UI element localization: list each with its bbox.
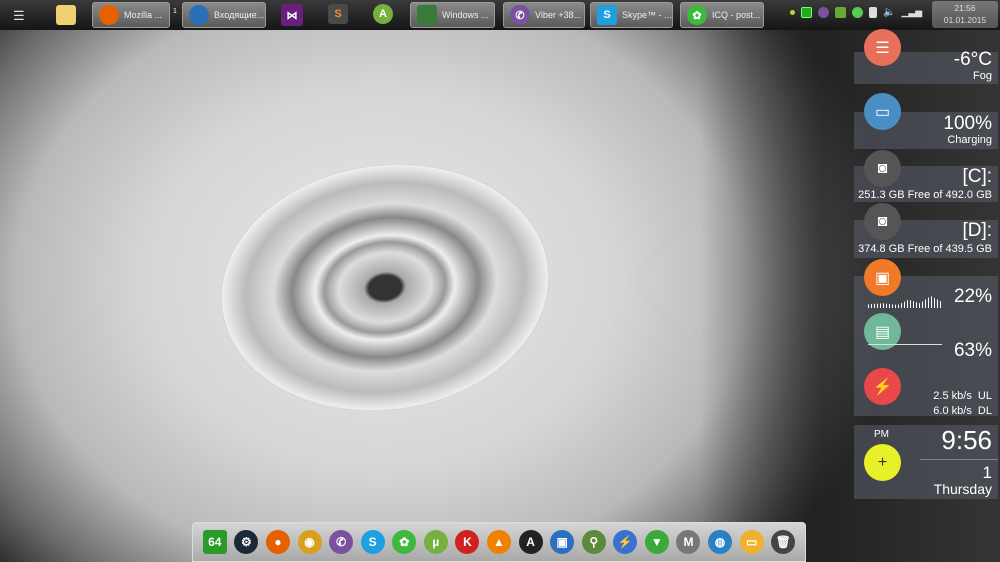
- clock-day: 1: [982, 463, 992, 482]
- taskbar-clock[interactable]: 21:56 01.01.2015: [932, 1, 998, 28]
- clock-time: 21:56: [954, 3, 976, 13]
- ram-value: 63%: [953, 340, 992, 361]
- taskbar-item-firefox[interactable]: Mozilla ...: [92, 2, 170, 28]
- skype-icon: S: [597, 5, 617, 25]
- hard-drive-icon: ◙: [864, 150, 901, 187]
- sublime-text-icon[interactable]: S: [328, 4, 348, 24]
- green-app-tray-icon[interactable]: [801, 7, 812, 18]
- icq-icon: ✿: [687, 5, 707, 25]
- ram-bar: [868, 344, 942, 345]
- m-app-icon[interactable]: M: [676, 530, 701, 554]
- taskbar-item-viber[interactable]: ✆ Viber +38...: [503, 2, 585, 28]
- file-explorer-icon[interactable]: [56, 5, 76, 25]
- drive-c-label: [C]:: [962, 166, 992, 187]
- taskbar-item-thunderbird[interactable]: Входящие...: [182, 2, 266, 28]
- drive-d-detail: 374.8 GB Free of 439.5 GB: [858, 243, 992, 255]
- thunderbird-icon: [189, 5, 209, 25]
- taskbar-item-icq[interactable]: ✿ ICQ - post...: [680, 2, 764, 28]
- folder-icon[interactable]: ▭: [739, 530, 764, 554]
- steam-icon[interactable]: ⚙: [234, 530, 259, 554]
- chrome-icon[interactable]: ◉: [297, 530, 322, 554]
- dock: 64 ⚙ ● ◉ ✆ S ✿ µ K ▲ A ▣ ⚲ ⚡ ▼ M ◍ ▭ 🗑: [192, 522, 806, 562]
- signal-icon[interactable]: ▁▃▅: [901, 7, 922, 18]
- clock-weekday: Thursday: [933, 481, 992, 497]
- trash-icon[interactable]: 🗑: [771, 530, 796, 554]
- windows-console-icon: [417, 5, 437, 25]
- network-tool-icon[interactable]: ▼: [644, 530, 669, 554]
- taskbar-item-skype[interactable]: S Skype™ - ...: [590, 2, 673, 28]
- taskbar-item-label: Skype™ - ...: [622, 10, 672, 20]
- firefox-icon[interactable]: ●: [265, 530, 290, 554]
- viber-tray-icon[interactable]: [818, 7, 829, 18]
- taskbar-item-label: Mozilla ...: [124, 10, 163, 20]
- kaspersky-icon[interactable]: K: [455, 530, 480, 554]
- taskbar-item-label: Входящие...: [214, 10, 265, 20]
- wallpaper-platter: [204, 143, 566, 432]
- cpu-value: 22%: [953, 286, 992, 307]
- weather-condition: Fog: [973, 70, 992, 82]
- network-tray-icon[interactable]: [835, 7, 846, 18]
- search-tool-icon[interactable]: ⚲: [581, 530, 606, 554]
- clock-divider: [920, 459, 998, 460]
- drive-c-detail: 251.3 GB Free of 492.0 GB: [858, 189, 992, 201]
- viber-icon[interactable]: ✆: [329, 530, 354, 554]
- status-dot-icon[interactable]: [790, 10, 795, 15]
- taskbar-item-windows[interactable]: Windows ...: [410, 2, 495, 28]
- vlc-icon[interactable]: ▲: [486, 530, 511, 554]
- taskbar-item-label: ICQ - post...: [712, 10, 761, 20]
- firefox-icon: [99, 5, 119, 25]
- add-widget-button[interactable]: +: [864, 444, 901, 481]
- aimp-icon[interactable]: A: [518, 530, 543, 554]
- network-icon: ⚡: [864, 368, 901, 405]
- battery-value: 100%: [943, 113, 992, 134]
- cpu-icon: ▣: [864, 259, 901, 296]
- taskbar: ☰ Mozilla ... 1 Входящие... ⋈ S A Window…: [0, 0, 1000, 30]
- menu-icon[interactable]: ☰: [13, 8, 25, 24]
- hard-drive-icon: ◙: [864, 203, 901, 240]
- network-download: 6.0 kb/s DL: [933, 405, 992, 417]
- taskbar-item-label: Windows ...: [442, 10, 489, 20]
- utorrent-icon[interactable]: µ: [423, 530, 448, 554]
- icq-tray-icon[interactable]: [852, 7, 863, 18]
- battery-tray-icon[interactable]: [869, 7, 877, 18]
- clock-ampm: PM: [874, 429, 889, 440]
- network-upload: 2.5 kb/s UL: [933, 390, 992, 402]
- window-count-badge: 1: [173, 8, 177, 15]
- icq-icon[interactable]: ✿: [392, 530, 417, 554]
- drive-d-label: [D]:: [962, 220, 992, 241]
- virtualbox-icon[interactable]: ▣: [550, 530, 575, 554]
- aida64-icon[interactable]: 64: [202, 530, 227, 554]
- globe-icon[interactable]: ◍: [708, 530, 733, 554]
- system-tray: 🔈 ▁▃▅: [790, 7, 922, 18]
- skype-icon[interactable]: S: [360, 530, 385, 554]
- thunderbolt-icon[interactable]: ⚡: [613, 530, 638, 554]
- android-studio-icon[interactable]: A: [373, 4, 393, 24]
- taskbar-item-label: Viber +38...: [535, 10, 582, 20]
- viber-icon: ✆: [510, 5, 530, 25]
- clock-date: 01.01.2015: [943, 15, 987, 25]
- volume-icon[interactable]: 🔈: [883, 7, 895, 18]
- battery-icon: ▭: [864, 93, 901, 130]
- battery-status: Charging: [947, 134, 992, 146]
- clock-time-large: 9:56: [941, 425, 992, 455]
- fog-weather-icon: ☰: [864, 29, 901, 66]
- visual-studio-icon[interactable]: ⋈: [281, 4, 303, 26]
- weather-temp: -6°C: [953, 49, 992, 70]
